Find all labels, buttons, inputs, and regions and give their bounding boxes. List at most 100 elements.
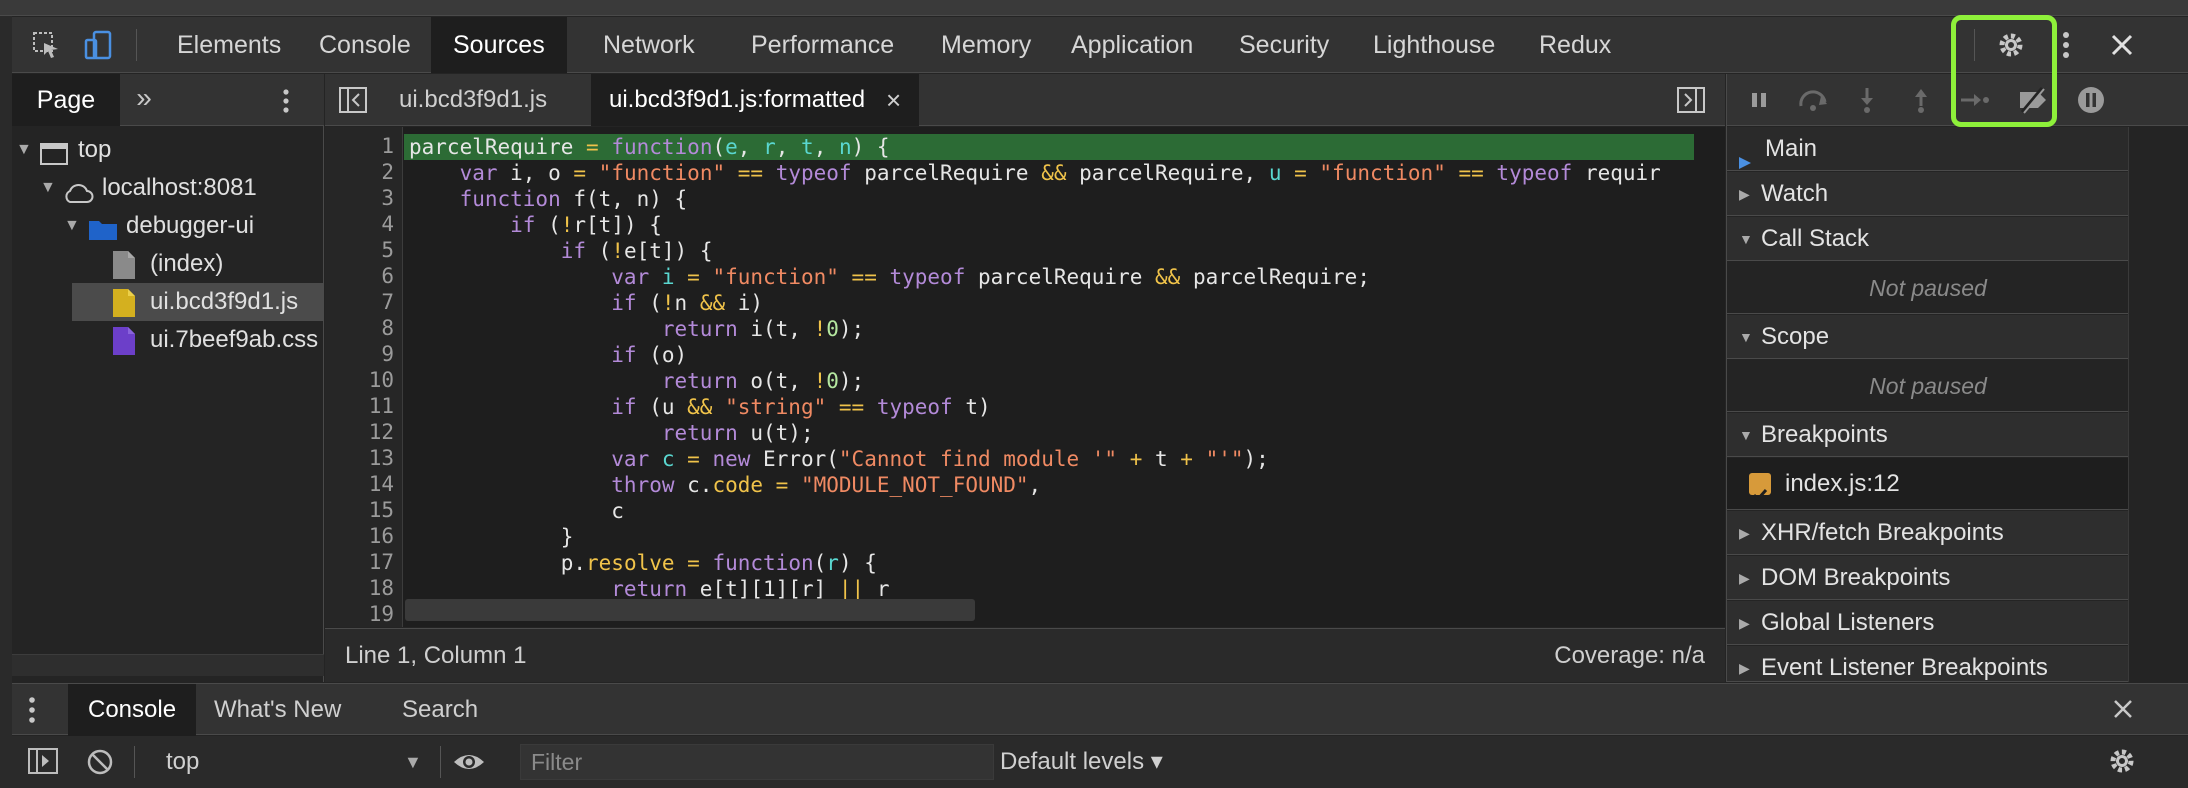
code-line[interactable]: throw c.code = "MODULE_NOT_FOUND", bbox=[409, 472, 1041, 498]
tab-security[interactable]: Security bbox=[1217, 17, 1351, 73]
section-scope[interactable]: ▼ Scope bbox=[1727, 315, 2129, 359]
code-line[interactable]: if (!e[t]) { bbox=[409, 238, 713, 264]
toggle-navigator-icon[interactable] bbox=[339, 87, 367, 120]
coverage-status[interactable]: Coverage: n/a bbox=[1554, 629, 1705, 683]
thread-main[interactable]: Main bbox=[1727, 127, 2129, 171]
pause-icon[interactable] bbox=[1743, 84, 1775, 116]
code-line[interactable]: c bbox=[409, 498, 624, 524]
code-line[interactable]: if (!r[t]) { bbox=[409, 212, 662, 238]
drawer-menu-icon[interactable] bbox=[28, 696, 36, 731]
tab-memory[interactable]: Memory bbox=[919, 17, 1053, 73]
step-out-icon[interactable] bbox=[1905, 84, 1937, 116]
tree-item-localhost[interactable]: ▼ localhost:8081 bbox=[12, 169, 324, 207]
tab-lighthouse[interactable]: Lighthouse bbox=[1351, 17, 1517, 73]
code-line[interactable]: var c = new Error("Cannot find module '"… bbox=[409, 446, 1269, 472]
code-editor[interactable]: 1 2 3 4 5 6 7 8 9 10 11 12 13 14 15 16 1… bbox=[325, 127, 1725, 627]
gear-icon[interactable] bbox=[1993, 27, 2029, 63]
code-line[interactable]: function f(t, n) { bbox=[409, 186, 688, 212]
line-number[interactable]: 18 bbox=[325, 576, 394, 600]
section-event-listener-breakpoints[interactable]: ▶ Event Listener Breakpoints bbox=[1727, 646, 2129, 682]
code-line[interactable]: p.resolve = function(r) { bbox=[409, 550, 877, 576]
code-line[interactable]: var i = "function" == typeof parcelRequi… bbox=[409, 264, 1370, 290]
file-tab-ui-js[interactable]: ui.bcd3f9d1.js bbox=[381, 74, 565, 126]
line-number[interactable]: 10 bbox=[325, 368, 394, 392]
line-number[interactable]: 4 bbox=[325, 212, 394, 236]
drawer-tab-search[interactable]: Search bbox=[382, 684, 498, 736]
line-number[interactable]: 3 bbox=[325, 186, 394, 210]
tab-redux[interactable]: Redux bbox=[1517, 17, 1633, 73]
console-settings-gear-icon[interactable] bbox=[2107, 746, 2137, 783]
section-call-stack[interactable]: ▼ Call Stack bbox=[1727, 217, 2129, 261]
pause-on-exceptions-icon[interactable] bbox=[2075, 84, 2107, 116]
code-line[interactable]: if (!n && i) bbox=[409, 290, 763, 316]
tab-elements[interactable]: Elements bbox=[155, 17, 303, 73]
context-selector[interactable]: top ▼ bbox=[150, 736, 432, 788]
device-toolbar-icon[interactable] bbox=[80, 27, 116, 63]
log-levels-dropdown[interactable]: Default levels ▾ bbox=[1000, 736, 1163, 788]
line-number[interactable]: 9 bbox=[325, 342, 394, 366]
line-number[interactable]: 1 bbox=[325, 134, 394, 158]
tab-performance[interactable]: Performance bbox=[729, 17, 916, 73]
line-gutter[interactable]: 1 2 3 4 5 6 7 8 9 10 11 12 13 14 15 16 1… bbox=[325, 127, 403, 627]
eye-icon[interactable] bbox=[452, 748, 486, 783]
line-number[interactable]: 11 bbox=[325, 394, 394, 418]
debugger-scrollbar[interactable] bbox=[2128, 127, 2188, 682]
close-icon[interactable] bbox=[2104, 27, 2140, 63]
tab-application[interactable]: Application bbox=[1049, 17, 1215, 73]
line-number[interactable]: 13 bbox=[325, 446, 394, 470]
line-number[interactable]: 8 bbox=[325, 316, 394, 340]
breakpoint-item[interactable]: index.js:12 bbox=[1727, 458, 2129, 510]
file-tab-ui-js-formatted[interactable]: ui.bcd3f9d1.js:formatted × bbox=[591, 74, 920, 126]
section-xhr-breakpoints[interactable]: ▶ XHR/fetch Breakpoints bbox=[1727, 511, 2129, 555]
code-line[interactable]: if (u && "string" == typeof t) bbox=[409, 394, 990, 420]
tab-console[interactable]: Console bbox=[297, 17, 433, 73]
navigator-scrollbar[interactable] bbox=[12, 654, 324, 676]
show-sidebar-icon[interactable] bbox=[28, 748, 58, 781]
horizontal-scrollbar[interactable] bbox=[405, 599, 975, 621]
code-line[interactable]: var i, o = "function" == typeof parcelRe… bbox=[409, 160, 1661, 186]
breakpoint-checkbox[interactable] bbox=[1749, 473, 1771, 502]
line-number[interactable]: 17 bbox=[325, 550, 394, 574]
step-over-icon[interactable] bbox=[1797, 84, 1829, 116]
drawer-tab-console[interactable]: Console bbox=[68, 684, 197, 736]
inspect-element-icon[interactable] bbox=[28, 27, 64, 63]
code-line[interactable]: return o(t, !0); bbox=[409, 368, 864, 394]
clear-console-icon[interactable] bbox=[86, 748, 114, 783]
line-number[interactable]: 14 bbox=[325, 472, 394, 496]
line-number[interactable]: 12 bbox=[325, 420, 394, 444]
line-number[interactable]: 5 bbox=[325, 238, 394, 262]
line-number[interactable]: 2 bbox=[325, 160, 394, 184]
step-into-icon[interactable] bbox=[1851, 84, 1883, 116]
filter-input[interactable]: Filter bbox=[520, 744, 994, 780]
toggle-debugger-icon[interactable] bbox=[1677, 87, 1705, 120]
deactivate-breakpoints-icon[interactable] bbox=[2017, 84, 2049, 116]
code-line[interactable]: return u(t); bbox=[409, 420, 814, 446]
code-line[interactable]: } bbox=[409, 524, 574, 550]
navigator-menu-icon[interactable] bbox=[282, 88, 290, 121]
code-line[interactable]: return i(t, !0); bbox=[409, 316, 864, 342]
section-dom-breakpoints[interactable]: ▶ DOM Breakpoints bbox=[1727, 556, 2129, 600]
close-drawer-icon[interactable] bbox=[2112, 698, 2134, 727]
line-number[interactable]: 7 bbox=[325, 290, 394, 314]
tab-network[interactable]: Network bbox=[581, 17, 717, 73]
more-options-icon[interactable] bbox=[2048, 27, 2084, 63]
tree-item-index[interactable]: (index) bbox=[12, 245, 324, 283]
section-watch[interactable]: ▶ Watch bbox=[1727, 172, 2129, 216]
tree-item-ui-js[interactable]: ui.bcd3f9d1.js bbox=[72, 283, 324, 321]
step-icon[interactable] bbox=[1959, 84, 1991, 116]
drawer-tab-whats-new[interactable]: What's New bbox=[194, 684, 361, 736]
tab-page[interactable]: Page bbox=[12, 74, 120, 126]
close-tab-icon[interactable]: × bbox=[886, 74, 901, 126]
tab-sources[interactable]: Sources bbox=[431, 17, 567, 73]
line-number[interactable]: 16 bbox=[325, 524, 394, 548]
section-breakpoints[interactable]: ▼ Breakpoints bbox=[1727, 413, 2129, 457]
line-number[interactable]: 6 bbox=[325, 264, 394, 288]
section-global-listeners[interactable]: ▶ Global Listeners bbox=[1727, 601, 2129, 645]
more-tabs-chevron-icon[interactable]: » bbox=[124, 74, 164, 126]
tree-item-ui-css[interactable]: ui.7beef9ab.css bbox=[12, 321, 324, 359]
tree-item-debugger-ui[interactable]: ▼ debugger-ui bbox=[12, 207, 324, 245]
code-line[interactable]: parcelRequire = function(e, r, t, n) { bbox=[409, 134, 890, 160]
tree-item-top[interactable]: ▼ top bbox=[12, 131, 324, 169]
code-line[interactable]: if (o) bbox=[409, 342, 687, 368]
line-number[interactable]: 19 bbox=[325, 602, 394, 626]
